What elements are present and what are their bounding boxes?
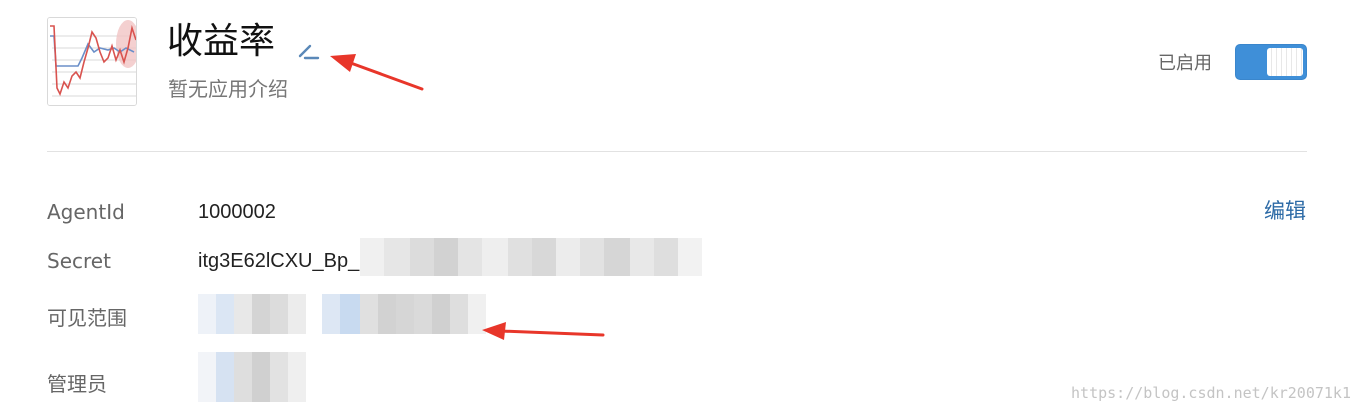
agentid-value: 1000002 [198, 201, 276, 223]
line-chart-thumbnail-icon [48, 18, 136, 105]
arrow-to-visibility [482, 322, 605, 340]
secret-redaction [360, 238, 702, 276]
edit-link[interactable]: 编辑 [1264, 198, 1306, 224]
visibility-redaction-2 [322, 294, 486, 334]
enable-toggle[interactable] [1235, 44, 1307, 80]
status-label: 已启用 [1158, 53, 1212, 74]
arrow-to-edit-icon [330, 54, 424, 91]
visibility-redaction-1 [198, 294, 306, 334]
app-detail-page: 收益率 暂无应用介绍 已启用 AgentId 1000002 编辑 Secret… [0, 0, 1363, 413]
admin-label: 管理员 [47, 372, 107, 396]
app-name: 收益率 [167, 21, 276, 62]
admin-redaction [198, 352, 306, 402]
agentid-label: AgentId [47, 200, 125, 224]
app-description: 暂无应用介绍 [168, 77, 288, 101]
visibility-label: 可见范围 [47, 306, 127, 330]
toggle-knob [1267, 48, 1303, 76]
pencil-icon[interactable] [296, 38, 320, 62]
watermark: https://blog.csdn.net/kr20071k1 [1071, 384, 1351, 402]
secret-value: itg3E62lCXU_Bp_ [198, 250, 360, 272]
secret-label: Secret [47, 249, 111, 273]
divider [47, 151, 1307, 152]
app-icon [47, 17, 137, 106]
